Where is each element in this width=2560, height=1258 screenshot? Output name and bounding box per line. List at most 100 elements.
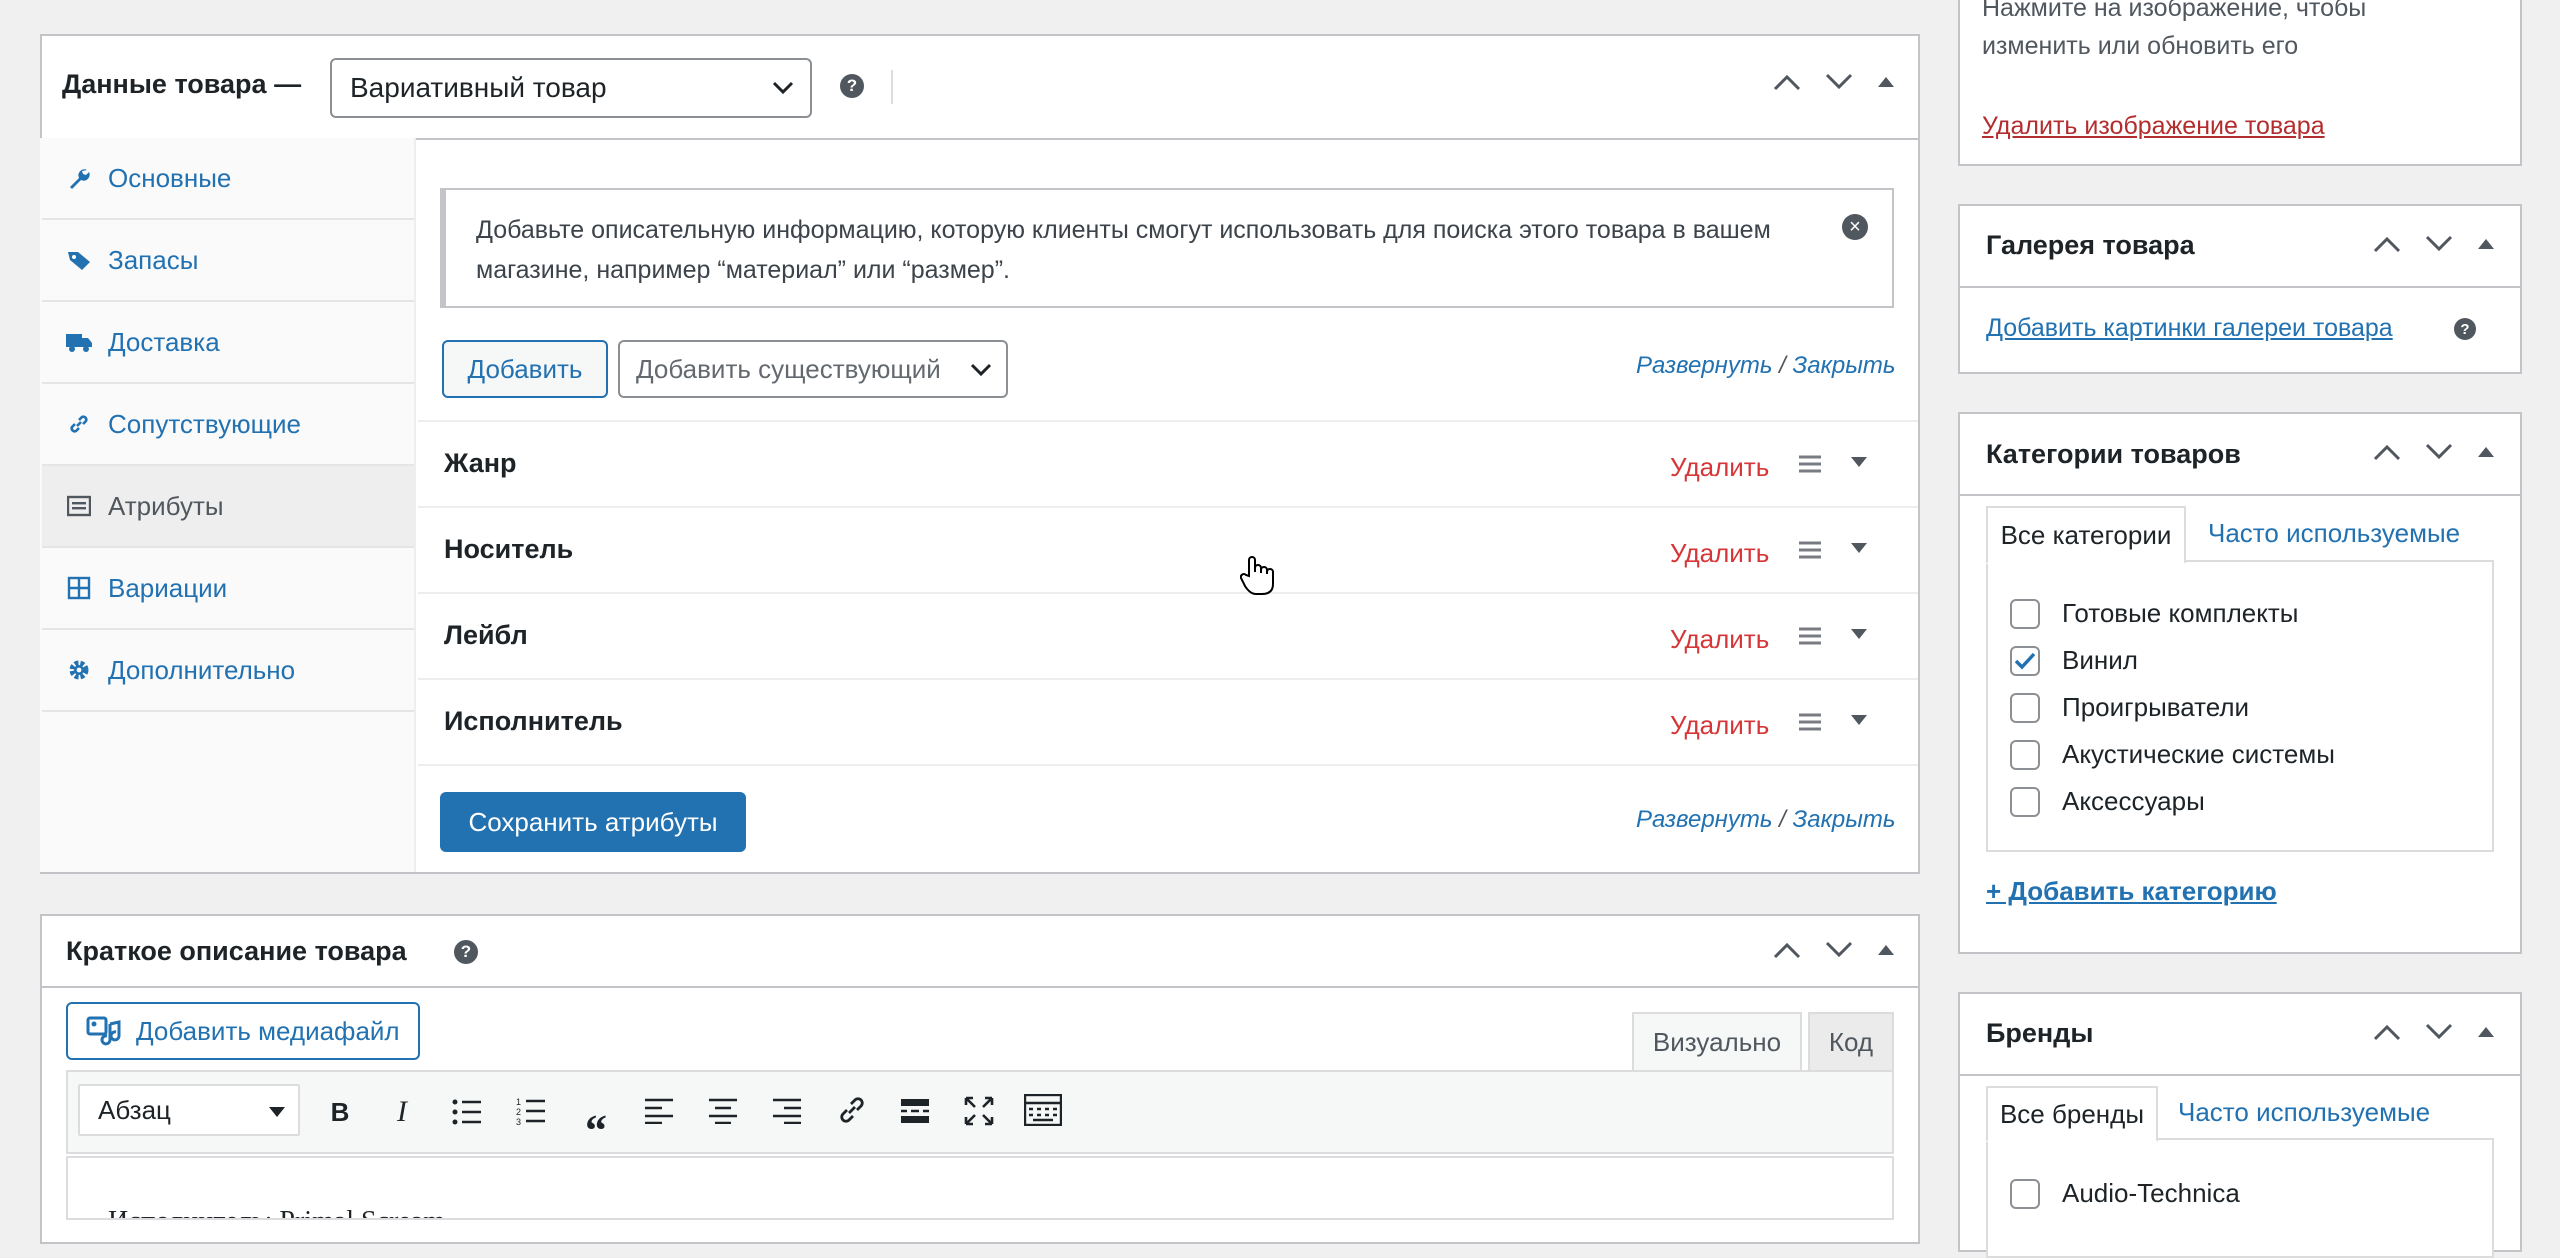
move-down-icon[interactable] [2424, 442, 2454, 462]
notice-text: Добавьте описательную информацию, котору… [476, 216, 1771, 284]
read-more-icon[interactable] [900, 1098, 930, 1124]
gallery-title: Галерея товара [1986, 230, 2195, 260]
save-attributes-button[interactable]: Сохранить атрибуты [440, 792, 746, 852]
tab-label: Сопутствующие [108, 408, 301, 439]
add-category-link[interactable]: + Добавить категорию [1986, 876, 2277, 907]
toggle-panel-icon[interactable] [2476, 237, 2496, 251]
expand-attribute-icon[interactable] [1850, 628, 1868, 640]
move-down-icon[interactable] [2424, 234, 2454, 254]
tab-advanced[interactable]: Дополнительно [42, 630, 414, 712]
move-up-icon[interactable] [1772, 72, 1802, 92]
category-item[interactable]: Готовые комплекты [2010, 598, 2298, 629]
attribute-row[interactable]: Лейбл Удалить [418, 594, 1918, 680]
attribute-name: Исполнитель [444, 706, 623, 736]
checkbox-checked[interactable] [2010, 645, 2040, 676]
editor-content[interactable]: Исполнитель: Primal Scream [66, 1156, 1894, 1220]
move-up-icon[interactable] [2372, 234, 2402, 254]
checkbox[interactable] [2010, 786, 2040, 817]
product-image-box [1958, 0, 2522, 166]
attribute-row[interactable]: Носитель Удалить [418, 508, 1918, 594]
remove-attribute-link[interactable]: Удалить [1670, 710, 1769, 741]
add-attribute-button[interactable]: Добавить [442, 340, 608, 398]
fullscreen-icon[interactable] [964, 1096, 994, 1126]
checkbox[interactable] [2010, 598, 2040, 629]
insert-link-icon[interactable] [836, 1094, 868, 1126]
tab-general[interactable]: Основные [42, 138, 414, 220]
checkbox[interactable] [2010, 1178, 2040, 1209]
drag-handle-icon[interactable] [1798, 712, 1822, 732]
numbered-list-icon[interactable]: 123 [516, 1096, 546, 1126]
help-icon[interactable]: ? [840, 74, 864, 98]
attribute-row[interactable]: Исполнитель Удалить [418, 680, 1918, 766]
expand-attribute-icon[interactable] [1850, 542, 1868, 554]
move-up-icon[interactable] [1772, 940, 1802, 960]
tab-linked[interactable]: Сопутствующие [42, 384, 414, 466]
tab-all-brands[interactable]: Все бренды [1986, 1086, 2158, 1142]
remove-attribute-link[interactable]: Удалить [1670, 624, 1769, 655]
blockquote-icon[interactable]: “ [576, 1092, 616, 1155]
align-right-icon[interactable] [772, 1098, 802, 1124]
toggle-panel-icon[interactable] [1876, 943, 1896, 957]
svg-text:2: 2 [516, 1107, 521, 1117]
gear-icon [64, 658, 94, 682]
help-icon[interactable]: ? [2454, 318, 2476, 340]
category-item[interactable]: Акустические системы [2010, 739, 2335, 770]
product-data-header [42, 36, 1918, 140]
toolbar-toggle-icon[interactable] [1024, 1094, 1062, 1126]
tab-code[interactable]: Код [1808, 1012, 1894, 1070]
close-icon[interactable]: × [1842, 214, 1868, 240]
align-center-icon[interactable] [708, 1098, 738, 1124]
expand-attribute-icon[interactable] [1850, 714, 1868, 726]
format-select[interactable]: Абзац [78, 1084, 300, 1136]
toggle-panel-icon[interactable] [2476, 445, 2496, 459]
category-item[interactable]: Аксессуары [2010, 786, 2205, 817]
tab-visual[interactable]: Визуально [1632, 1012, 1802, 1070]
tab-popular-brands[interactable]: Часто используемые [2178, 1097, 2430, 1128]
link-icon [64, 412, 94, 436]
product-data-title: Данные товара — [62, 69, 302, 99]
add-media-button[interactable]: Добавить медиафайл [66, 1002, 420, 1060]
brands-controls [2372, 1022, 2496, 1042]
tab-all-categories[interactable]: Все категории [1986, 506, 2186, 564]
drag-handle-icon[interactable] [1798, 540, 1822, 560]
tab-variations[interactable]: Вариации [42, 548, 414, 630]
move-down-icon[interactable] [1824, 940, 1854, 960]
move-down-icon[interactable] [1824, 72, 1854, 92]
category-item[interactable]: Винил [2010, 645, 2138, 676]
collapse-all-link[interactable]: Закрыть [1793, 352, 1896, 379]
short-description-controls [1772, 940, 1896, 960]
remove-attribute-link[interactable]: Удалить [1670, 452, 1769, 483]
category-item[interactable]: Проигрыватели [2010, 692, 2249, 723]
bold-icon[interactable]: B [320, 1092, 360, 1132]
tab-inventory[interactable]: Запасы [42, 220, 414, 302]
remove-image-link[interactable]: Удалить изображение товара [1982, 112, 2325, 141]
align-left-icon[interactable] [644, 1098, 674, 1124]
brand-item[interactable]: Audio-Technica [2010, 1178, 2240, 1209]
tab-shipping[interactable]: Доставка [42, 302, 414, 384]
tab-popular-categories[interactable]: Часто используемые [2208, 518, 2460, 549]
toggle-panel-icon[interactable] [2476, 1025, 2496, 1039]
product-type-select[interactable]: Вариативный товар [330, 58, 812, 118]
move-up-icon[interactable] [2372, 442, 2402, 462]
collapse-all-link[interactable]: Закрыть [1793, 806, 1896, 833]
expand-all-link[interactable]: Развернуть [1636, 352, 1773, 379]
checkbox[interactable] [2010, 692, 2040, 723]
checkbox[interactable] [2010, 739, 2040, 770]
tab-label: Атрибуты [108, 490, 224, 521]
bullet-list-icon[interactable] [452, 1098, 482, 1126]
toggle-panel-icon[interactable] [1876, 75, 1896, 89]
help-icon[interactable]: ? [454, 940, 478, 964]
expand-attribute-icon[interactable] [1850, 456, 1868, 468]
tab-attributes[interactable]: Атрибуты [42, 466, 414, 548]
move-down-icon[interactable] [2424, 1022, 2454, 1042]
drag-handle-icon[interactable] [1798, 626, 1822, 646]
move-up-icon[interactable] [2372, 1022, 2402, 1042]
add-existing-select[interactable]: Добавить существующий [618, 340, 1008, 398]
add-gallery-images-link[interactable]: Добавить картинки галереи товара [1986, 314, 2393, 343]
image-hint-line-1: Нажмите на изображение, чтобы [1982, 0, 2367, 22]
italic-icon[interactable]: I [382, 1092, 422, 1132]
drag-handle-icon[interactable] [1798, 454, 1822, 474]
attribute-row[interactable]: Жанр Удалить [418, 422, 1918, 508]
remove-attribute-link[interactable]: Удалить [1670, 538, 1769, 569]
expand-all-link[interactable]: Развернуть [1636, 806, 1773, 833]
